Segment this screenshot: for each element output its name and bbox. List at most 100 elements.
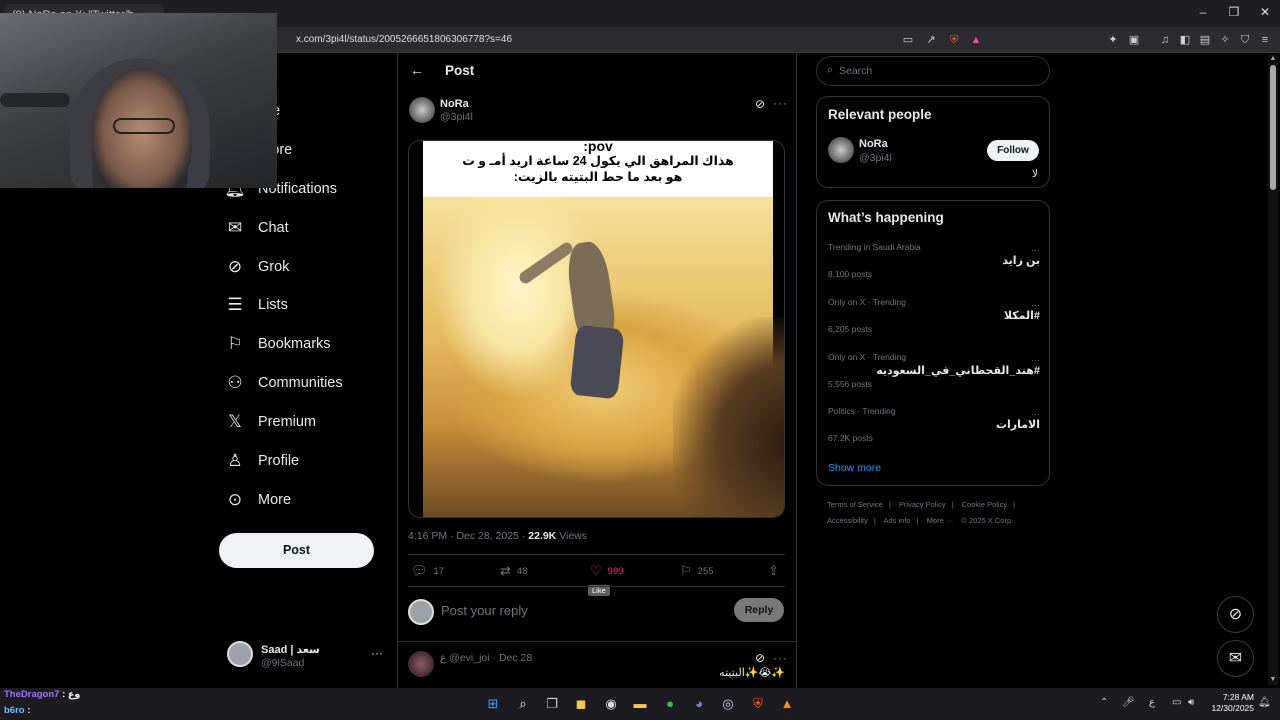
notification-bell-icon[interactable]: 🔔︎: [1258, 697, 1271, 708]
repost-action[interactable]: ⇄ 48: [500, 563, 527, 579]
trend-item[interactable]: Only on X · Trending ··· #هند_القحطاني_ف…: [828, 352, 1040, 404]
search-icon: ⌕: [827, 64, 834, 76]
trend-item[interactable]: Only on X · Trending ··· #المكلا 6,205 p…: [828, 297, 1040, 349]
close-window-button[interactable]: ✕: [1250, 5, 1280, 19]
post-time[interactable]: 4:16 PM · Dec 28, 2025 ·: [408, 530, 525, 542]
nav-profile[interactable]: ♙ Profile: [224, 446, 299, 476]
brave-shield-icon[interactable]: ⛨: [947, 33, 961, 47]
post-more-icon[interactable]: ···: [773, 96, 788, 110]
file-explorer-icon[interactable]: ▬: [631, 695, 649, 713]
author-name[interactable]: NoRa: [440, 98, 469, 110]
webcam-overlay: [0, 13, 277, 188]
footer-separator: |: [916, 516, 919, 525]
mail-icon: ✉: [227, 218, 243, 237]
extensions-icon[interactable]: ✦: [1106, 33, 1120, 47]
chrome-icon[interactable]: ●: [661, 695, 679, 713]
nav-communities[interactable]: ⚇ Communities: [224, 368, 342, 398]
steam-icon[interactable]: ◎: [719, 695, 737, 713]
nav-chat[interactable]: ✉ Chat: [224, 213, 289, 243]
scroll-up-icon[interactable]: ▲: [1268, 55, 1278, 62]
volume-icon[interactable]: 🔊︎: [1188, 697, 1194, 708]
sidebar-icon[interactable]: ◧: [1178, 33, 1192, 47]
footer-terms[interactable]: Terms of Service: [827, 500, 883, 509]
clock-date: 12/30/2025: [1211, 703, 1254, 713]
messages-fab-icon[interactable]: ✉: [1217, 640, 1254, 677]
reply-button[interactable]: Reply: [734, 598, 784, 622]
nav-premium-label: Premium: [258, 414, 317, 430]
app-icon[interactable]: ▲: [778, 695, 796, 713]
windows-start-icon[interactable]: ⊞: [484, 695, 502, 713]
grok-explain-icon[interactable]: ⊘: [755, 97, 765, 111]
obs-icon[interactable]: ◉: [602, 695, 620, 713]
discord-icon[interactable]: ◕: [690, 695, 708, 713]
brave-icon[interactable]: ⛨: [749, 695, 767, 713]
footer-privacy[interactable]: Privacy Policy: [899, 500, 946, 509]
language-indicator[interactable]: ع: [1149, 697, 1155, 708]
relevant-people-title: Relevant people: [828, 107, 932, 122]
media-icon[interactable]: ♫: [1158, 33, 1172, 47]
nav-bookmarks[interactable]: ⚐ Bookmarks: [224, 329, 330, 359]
author-handle[interactable]: @3pi4l: [440, 111, 473, 123]
footer-ads[interactable]: Ads info: [883, 516, 910, 525]
cast-icon[interactable]: ▭: [901, 33, 915, 47]
relevant-person-handle[interactable]: @3pi4l: [859, 152, 892, 164]
microphone-icon[interactable]: 🎤︎: [1122, 697, 1135, 708]
leo-ai-icon[interactable]: ✧: [1218, 33, 1232, 47]
bookmark-count: 255: [697, 565, 714, 577]
account-name: Saad | سعد: [261, 644, 320, 656]
scroll-down-icon[interactable]: ▼: [1268, 676, 1278, 683]
nav-lists[interactable]: ☰ Lists: [224, 290, 287, 320]
comment-more-icon[interactable]: ···: [773, 651, 788, 665]
footer-more[interactable]: More ···: [927, 516, 954, 525]
post-button[interactable]: Post: [219, 533, 374, 568]
trend-context: Only on X · Trending: [828, 297, 906, 307]
like-action[interactable]: ♡ 999: [590, 563, 624, 579]
wallet-icon[interactable]: ▤: [1198, 33, 1212, 47]
footer-separator: |: [873, 516, 876, 525]
comment-author-line[interactable]: غ @evi_joi · Dec 28: [440, 652, 532, 664]
show-more-link[interactable]: Show more: [828, 462, 881, 474]
author-avatar[interactable]: [409, 97, 435, 123]
back-arrow-icon[interactable]: ←: [410, 62, 424, 78]
vpn-icon[interactable]: ⛉: [1238, 33, 1252, 47]
grok-explain-icon[interactable]: ⊘: [755, 651, 765, 665]
footer-accessibility[interactable]: Accessibility: [827, 516, 868, 525]
task-view-icon[interactable]: ❐: [543, 695, 561, 713]
search-input[interactable]: Search: [839, 65, 872, 77]
x-logo-icon: 𝕏: [228, 412, 242, 431]
account-switcher[interactable]: Saad | سعد @9lSaad ···: [227, 641, 387, 671]
tray-expand-icon[interactable]: ⌃: [1100, 697, 1108, 708]
brave-rewards-icon[interactable]: ▲: [969, 33, 983, 47]
nav-premium[interactable]: 𝕏 Premium: [224, 407, 316, 437]
post-media[interactable]: pov: هذاك المراهق الي يكول 24 ساعة اريد …: [408, 140, 785, 518]
nav-grok[interactable]: ⊘ Grok: [224, 252, 290, 282]
share-icon[interactable]: ↗: [924, 33, 938, 47]
network-icon[interactable]: ▭: [1172, 697, 1181, 708]
grok-fab-icon[interactable]: ⊘: [1217, 596, 1254, 633]
footer-cookie[interactable]: Cookie Policy: [962, 500, 1007, 509]
search-box[interactable]: ⌕ Search: [816, 56, 1050, 86]
comment-avatar[interactable]: [408, 651, 434, 677]
follow-button[interactable]: Follow: [987, 140, 1039, 161]
scrollbar-thumb[interactable]: [1270, 65, 1276, 190]
address-bar[interactable]: x.com/3pi4l/status/2005266651806306778?s…: [296, 34, 512, 45]
more-dots-icon[interactable]: ···: [371, 646, 383, 660]
nav-more[interactable]: ⊙ More: [224, 485, 291, 515]
search-icon[interactable]: ⌕: [514, 695, 532, 713]
relevant-person-avatar[interactable]: [828, 137, 854, 163]
maximize-button[interactable]: ❐: [1219, 5, 1249, 19]
store-icon[interactable]: ◼: [572, 695, 590, 713]
reply-action[interactable]: 💬︎ 17: [411, 563, 444, 579]
reply-input[interactable]: Post your reply: [441, 603, 528, 618]
heart-icon: ♡: [590, 563, 602, 578]
whats-happening-card: What’s happening Trending in Saudi Arabi…: [816, 200, 1050, 486]
trend-item[interactable]: Politics · Trending ··· الامارات 67.2K p…: [828, 406, 1040, 458]
system-clock[interactable]: 7:28 AM 12/30/2025: [1206, 692, 1254, 714]
minimize-button[interactable]: –: [1188, 5, 1218, 19]
share-action[interactable]: ⇪: [768, 563, 785, 579]
relevant-person-name[interactable]: NoRa: [859, 138, 888, 150]
screenshot-icon[interactable]: ▣: [1127, 33, 1141, 47]
trend-item[interactable]: Trending in Saudi Arabia ··· بن زايد 8,1…: [828, 242, 1040, 294]
bookmark-action[interactable]: ⚐ 255: [680, 563, 714, 579]
menu-icon[interactable]: ≡: [1258, 33, 1272, 47]
